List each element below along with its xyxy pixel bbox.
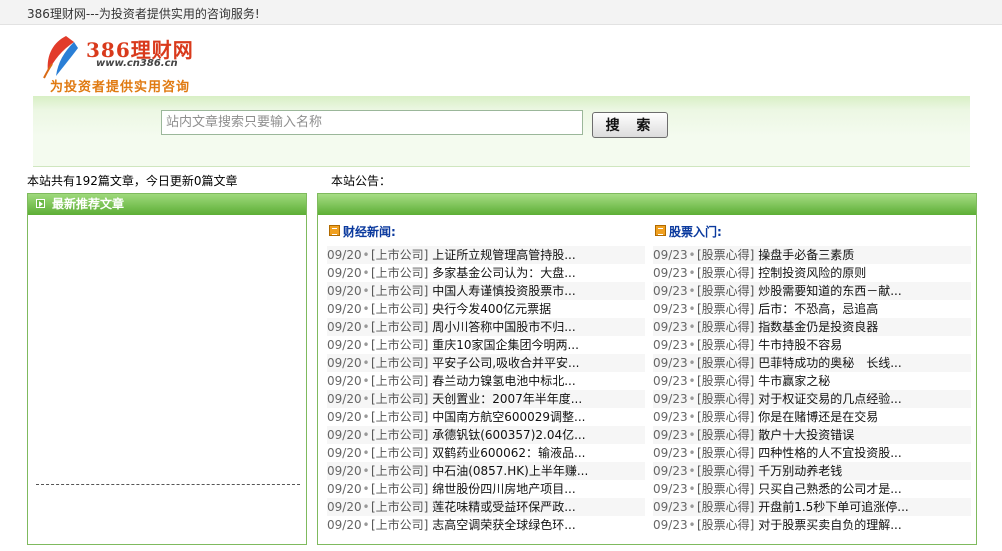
news-list-icon — [655, 225, 666, 236]
dashed-divider — [36, 484, 300, 485]
list-item[interactable]: 09/20•[上市公司] 中国南方航空600029调整... — [327, 408, 645, 426]
list-item[interactable]: 09/20•[上市公司] 央行今发400亿元票据 — [327, 300, 645, 318]
list-item[interactable]: 09/23•[股票心得] 对于股票买卖自负的理解... — [653, 516, 971, 534]
news-panel-header — [318, 194, 976, 215]
list-item[interactable]: 09/23•[股票心得] 控制投资风险的原则 — [653, 264, 971, 282]
list-item[interactable]: 09/23•[股票心得] 你是在赌博还是在交易 — [653, 408, 971, 426]
list-item[interactable]: 09/23•[股票心得] 炒股需要知道的东西－献... — [653, 282, 971, 300]
site-tagline: 386理财网---为投资者提供实用的咨询服务! — [27, 7, 260, 21]
logo-feather-icon — [43, 36, 78, 79]
list-item[interactable]: 09/20•[上市公司] 上证所立规管理高管持股... — [327, 246, 645, 264]
list-item[interactable]: 09/20•[上市公司] 中石油(0857.HK)上半年赚... — [327, 462, 645, 480]
list-item[interactable]: 09/20•[上市公司] 中国人寿谨慎投资股票市... — [327, 282, 645, 300]
finance-news-title: 财经新闻: — [343, 225, 396, 239]
site-logo[interactable]: 386理财网 www.cn386.cn 为投资者提供实用咨询 — [40, 34, 220, 95]
list-item[interactable]: 09/20•[上市公司] 平安子公司,吸收合并平安... — [327, 354, 645, 372]
list-item[interactable]: 09/20•[上市公司] 双鹤药业600062：输液品... — [327, 444, 645, 462]
stock-intro-column: 股票入门: 09/23•[股票心得] 操盘手必备三素质 09/23•[股票心得]… — [653, 222, 971, 534]
list-item[interactable]: 09/23•[股票心得] 四种性格的人不宜投资股... — [653, 444, 971, 462]
recommended-panel-header: 最新推荐文章 — [28, 194, 306, 215]
list-item[interactable]: 09/20•[上市公司] 重庆10家国企集团今明两... — [327, 336, 645, 354]
list-item[interactable]: 09/23•[股票心得] 千万别动养老钱 — [653, 462, 971, 480]
stock-intro-list: 09/23•[股票心得] 操盘手必备三素质 09/23•[股票心得] 控制投资风… — [653, 246, 971, 534]
list-item[interactable]: 09/23•[股票心得] 开盘前1.5秒下单可追涨停... — [653, 498, 971, 516]
search-input[interactable] — [161, 110, 583, 135]
finance-news-column: 财经新闻: 09/20•[上市公司] 上证所立规管理高管持股... 09/20•… — [327, 222, 645, 534]
stock-intro-header[interactable]: 股票入门: — [653, 222, 971, 240]
list-item[interactable]: 09/20•[上市公司] 承德钒钛(600357)2.04亿... — [327, 426, 645, 444]
recommended-panel-title: 最新推荐文章 — [52, 197, 125, 211]
finance-news-header[interactable]: 财经新闻: — [327, 222, 645, 240]
list-item[interactable]: 09/20•[上市公司] 周小川答称中国股市不归... — [327, 318, 645, 336]
list-item[interactable]: 09/20•[上市公司] 绵世股份四川房地产项目... — [327, 480, 645, 498]
top-bar: 386理财网---为投资者提供实用的咨询服务! — [0, 0, 1002, 25]
article-stats: 本站共有192篇文章，今日更新0篇文章 — [27, 174, 238, 188]
recommended-panel: 最新推荐文章 — [27, 193, 307, 545]
list-item[interactable]: 09/23•[股票心得] 对于权证交易的几点经验... — [653, 390, 971, 408]
arrow-bullet-icon — [36, 199, 45, 208]
logo-slogan: 为投资者提供实用咨询 — [50, 80, 191, 95]
list-item[interactable]: 09/23•[股票心得] 指数基金仍是投资良器 — [653, 318, 971, 336]
search-button[interactable]: 搜 索 — [592, 112, 668, 138]
list-item[interactable]: 09/20•[上市公司] 莲花味精或受益环保严政... — [327, 498, 645, 516]
site-notice-label: 本站公告： — [331, 174, 392, 188]
list-item[interactable]: 09/23•[股票心得] 巴菲特成功的奥秘 长线... — [653, 354, 971, 372]
list-item[interactable]: 09/20•[上市公司] 春兰动力镍氢电池中标北... — [327, 372, 645, 390]
list-item[interactable]: 09/20•[上市公司] 多家基金公司认为：大盘... — [327, 264, 645, 282]
stock-intro-title: 股票入门: — [669, 225, 722, 239]
list-item[interactable]: 09/23•[股票心得] 牛市持股不容易 — [653, 336, 971, 354]
list-item[interactable]: 09/20•[上市公司] 天创置业：2007年半年度... — [327, 390, 645, 408]
finance-news-list: 09/20•[上市公司] 上证所立规管理高管持股... 09/20•[上市公司]… — [327, 246, 645, 534]
list-item[interactable]: 09/20•[上市公司] 志高空调荣获全球绿色环... — [327, 516, 645, 534]
news-panel: 财经新闻: 09/20•[上市公司] 上证所立规管理高管持股... 09/20•… — [317, 193, 977, 545]
list-item[interactable]: 09/23•[股票心得] 操盘手必备三素质 — [653, 246, 971, 264]
list-item[interactable]: 09/23•[股票心得] 只买自己熟悉的公司才是... — [653, 480, 971, 498]
news-list-icon — [329, 225, 340, 236]
list-item[interactable]: 09/23•[股票心得] 散户十大投资错误 — [653, 426, 971, 444]
logo-url: www.cn386.cn — [96, 58, 178, 69]
list-item[interactable]: 09/23•[股票心得] 牛市赢家之秘 — [653, 372, 971, 390]
list-item[interactable]: 09/23•[股票心得] 后市：不恐高，忌追高 — [653, 300, 971, 318]
